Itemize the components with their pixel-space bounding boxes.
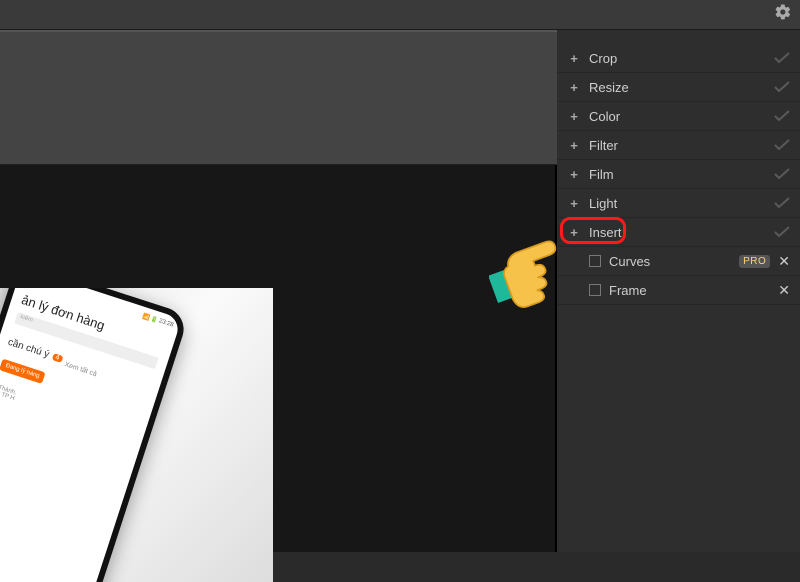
topbar: [0, 0, 800, 30]
check-icon: [774, 139, 790, 151]
tool-color[interactable]: + Color: [557, 102, 800, 131]
tool-insert[interactable]: + Insert: [557, 218, 800, 247]
editing-image[interactable]: 📶 🔋 23:28 ản lý đơn hàng kiếm cần chú ý …: [0, 288, 273, 582]
plus-icon: +: [567, 167, 581, 182]
status-time: 23:28: [158, 318, 174, 329]
phone-subheading-text: cần chú ý: [6, 337, 50, 361]
check-icon: [774, 81, 790, 93]
tool-label: Light: [589, 196, 617, 211]
tool-label: Color: [589, 109, 620, 124]
tool-resize[interactable]: + Resize: [557, 73, 800, 102]
check-icon: [774, 110, 790, 122]
phone-badge-count: 4: [52, 353, 64, 363]
phone-orange-button: Đang lý hàng: [0, 359, 46, 384]
tool-filter[interactable]: + Filter: [557, 131, 800, 160]
check-icon: [774, 52, 790, 64]
check-icon: [774, 168, 790, 180]
tool-label: Curves: [609, 254, 650, 269]
close-icon[interactable]: ✕: [778, 283, 790, 297]
canvas-backdrop: [0, 30, 560, 165]
plus-icon: +: [567, 138, 581, 153]
tool-label: Film: [589, 167, 614, 182]
canvas-area[interactable]: 📶 🔋 23:28 ản lý đơn hàng kiếm cần chú ý …: [0, 30, 557, 552]
tool-light[interactable]: + Light: [557, 189, 800, 218]
checkbox-icon[interactable]: [589, 284, 601, 296]
checkbox-icon[interactable]: [589, 255, 601, 267]
pro-badge: PRO: [739, 255, 770, 268]
tool-label: Insert: [589, 225, 622, 240]
tool-film[interactable]: + Film: [557, 160, 800, 189]
tool-label: Crop: [589, 51, 617, 66]
tool-label: Filter: [589, 138, 618, 153]
plus-icon: +: [567, 51, 581, 66]
tools-sidebar: + Crop + Resize + Color + Filter + Film …: [557, 30, 800, 552]
check-icon: [774, 197, 790, 209]
phone-screen: 📶 🔋 23:28 ản lý đơn hàng kiếm cần chú ý …: [0, 288, 182, 582]
tool-crop[interactable]: + Crop: [557, 44, 800, 73]
tool-label: Resize: [589, 80, 629, 95]
tool-label: Frame: [609, 283, 647, 298]
plus-icon: +: [567, 196, 581, 211]
main-area: 📶 🔋 23:28 ản lý đơn hàng kiếm cần chú ý …: [0, 30, 800, 552]
close-icon[interactable]: ✕: [778, 254, 790, 268]
plus-icon: +: [567, 80, 581, 95]
plus-icon: +: [567, 225, 581, 240]
check-icon: [774, 226, 790, 238]
gear-icon[interactable]: [774, 3, 792, 26]
plus-icon: +: [567, 109, 581, 124]
tool-curves[interactable]: + Curves PRO ✕: [557, 247, 800, 276]
tool-frame[interactable]: + Frame ✕: [557, 276, 800, 305]
phone-mock: 📶 🔋 23:28 ản lý đơn hàng kiếm cần chú ý …: [0, 288, 189, 582]
phone-address: n Thành, 10, TP H: [0, 383, 135, 440]
phone-see-all: Xem tất cả: [64, 361, 98, 378]
